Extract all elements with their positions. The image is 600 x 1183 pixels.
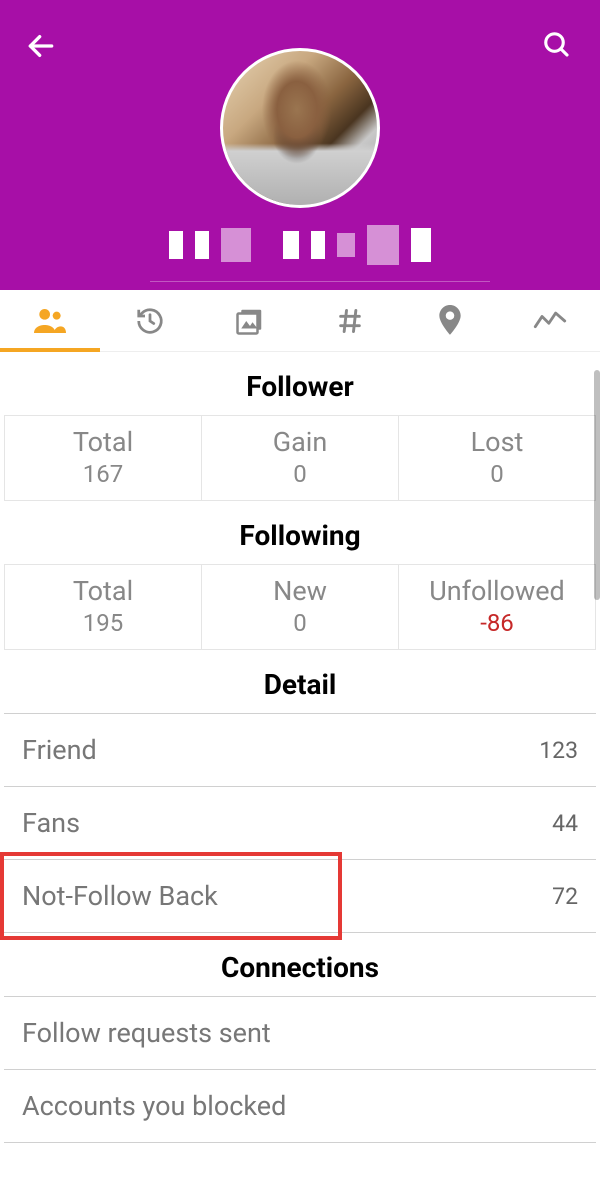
detail-title: Detail (4, 650, 596, 713)
detail-value: 44 (552, 810, 578, 837)
detail-friend[interactable]: Friend 123 (4, 713, 596, 787)
stat-label: Total (5, 575, 201, 607)
stat-value: 167 (5, 460, 201, 488)
detail-not-follow-back[interactable]: Not-Follow Back 72 (4, 860, 596, 933)
username (0, 225, 600, 265)
detail-section: Detail Friend 123 Fans 44 Not-Follow Bac… (0, 650, 600, 933)
detail-value: 123 (539, 737, 578, 764)
tab-location[interactable] (400, 290, 500, 351)
tab-analytics[interactable] (500, 290, 600, 351)
stat-value: 195 (5, 609, 201, 637)
following-new[interactable]: New 0 (202, 565, 399, 649)
tab-history[interactable] (100, 290, 200, 351)
stat-label: Lost (399, 426, 595, 458)
stat-value: 0 (202, 609, 398, 637)
follower-total[interactable]: Total 167 (5, 416, 202, 500)
following-title: Following (4, 501, 596, 564)
search-button[interactable] (542, 30, 572, 64)
stat-value: 0 (202, 460, 398, 488)
following-stats[interactable]: Total 195 New 0 Unfollowed -86 (4, 564, 596, 650)
follower-lost[interactable]: Lost 0 (399, 416, 595, 500)
follower-title: Follower (4, 352, 596, 415)
follower-stats[interactable]: Total 167 Gain 0 Lost 0 (4, 415, 596, 501)
stat-label: Total (5, 426, 201, 458)
following-unfollowed[interactable]: Unfollowed -86 (399, 565, 595, 649)
back-button[interactable] (25, 30, 57, 66)
follower-section: Follower Total 167 Gain 0 Lost 0 (0, 352, 600, 501)
stat-label: Unfollowed (399, 575, 595, 607)
tab-people[interactable] (0, 290, 100, 351)
connections-requests[interactable]: Follow requests sent (4, 996, 596, 1070)
connections-title: Connections (4, 933, 596, 996)
detail-label: Fans (22, 807, 80, 839)
tab-bar (0, 290, 600, 352)
detail-label: Follow requests sent (22, 1017, 271, 1049)
stat-label: Gain (202, 426, 398, 458)
scrollbar[interactable] (594, 370, 600, 600)
following-section: Following Total 195 New 0 Unfollowed -86 (0, 501, 600, 650)
detail-fans[interactable]: Fans 44 (4, 787, 596, 860)
detail-label: Accounts you blocked (22, 1090, 286, 1122)
detail-label: Friend (22, 734, 97, 766)
detail-value: 72 (552, 883, 578, 910)
stat-label: New (202, 575, 398, 607)
username-underline (150, 281, 490, 282)
stat-value: 0 (399, 460, 595, 488)
tab-hashtag[interactable] (300, 290, 400, 351)
following-total[interactable]: Total 195 (5, 565, 202, 649)
tab-media[interactable] (200, 290, 300, 351)
connections-blocked[interactable]: Accounts you blocked (4, 1070, 596, 1143)
follower-gain[interactable]: Gain 0 (202, 416, 399, 500)
avatar[interactable] (220, 48, 380, 208)
detail-label: Not-Follow Back (22, 880, 218, 912)
profile-header (0, 0, 600, 290)
connections-section: Connections Follow requests sent Account… (0, 933, 600, 1143)
stat-value: -86 (399, 609, 595, 637)
